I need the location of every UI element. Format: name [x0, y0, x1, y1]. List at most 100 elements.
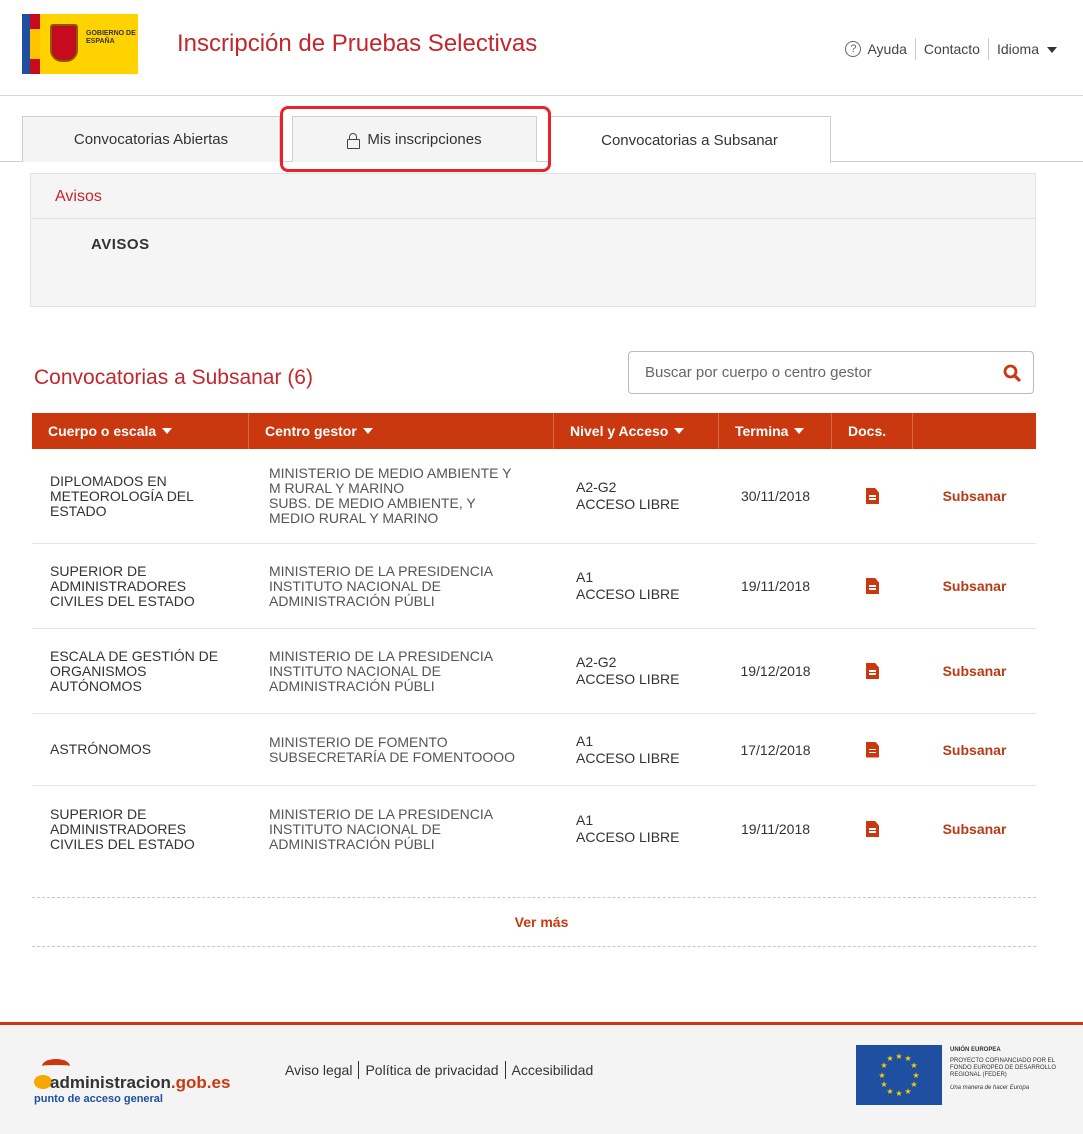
cell-termina: 19/11/2018 [740, 821, 811, 837]
contact-link[interactable]: Contacto [924, 41, 980, 57]
cell-nivel: A2-G2 ACCESO LIBRE [576, 654, 680, 687]
cell-centro: MINISTERIO DE LA PRESIDENCIA INSTITUTO NA… [269, 647, 494, 694]
eu-stars-icon: ★ ★★ ★★★ ★★★ ★★★ [878, 1052, 919, 1098]
dashed-divider [32, 946, 1036, 947]
top-links: ? Ayuda Contacto Idioma [845, 38, 1057, 60]
sort-caret-icon [794, 428, 805, 434]
cell-nivel: A1 ACCESO LIBRE [576, 732, 680, 766]
logo-name: administracion.gob.es [50, 1073, 231, 1092]
column-nivel[interactable]: Nivel y Acceso [554, 413, 719, 449]
subsanar-link[interactable]: Subsanar [913, 449, 1036, 543]
sort-caret-icon [362, 428, 373, 434]
cell-cuerpo: SUPERIOR DE ADMINISTRADORES CIVILES DEL ES… [50, 562, 195, 609]
table-header: Cuerpo o escala Centro gestor Nivel y Ac… [32, 413, 1036, 449]
cell-nivel: A1 ACCESO LIBRE [576, 569, 680, 602]
footer-links: Aviso legal Política de privacidad Acces… [285, 1061, 593, 1079]
ver-mas-link[interactable]: Ver más [0, 914, 1083, 930]
column-termina[interactable]: Termina [719, 413, 832, 449]
aviso-legal-link[interactable]: Aviso legal [285, 1062, 352, 1078]
cell-termina: 19/12/2018 [740, 663, 811, 679]
column-cuerpo[interactable]: Cuerpo o escala [32, 413, 249, 449]
caret-down-icon [1047, 47, 1057, 54]
document-icon[interactable] [866, 578, 879, 594]
highlight-annotation [280, 106, 551, 172]
cell-cuerpo: ESCALA DE GESTIÓN DE ORGANISMOS AUTÓNOMOS [50, 647, 219, 694]
cell-docs [832, 544, 913, 628]
table-row: ASTRÓNOMOS MINISTERIO DE FOMENTO SUBSECRE… [32, 714, 1036, 786]
column-action [913, 413, 1036, 449]
document-icon[interactable] [866, 488, 879, 504]
language-dropdown[interactable]: Idioma [997, 41, 1057, 57]
search-icon[interactable] [1003, 364, 1021, 382]
tab-convocatorias-a-subsanar[interactable]: Convocatorias a Subsanar [548, 116, 831, 163]
subsanar-link[interactable]: Subsanar [913, 544, 1036, 628]
table-row: DIPLOMADOS EN METEOROLOGÍA DEL ESTADO MINI… [32, 449, 1036, 544]
column-centro[interactable]: Centro gestor [249, 413, 554, 449]
tab-label: Convocatorias Abiertas [73, 131, 229, 148]
app-title: Inscripción de Pruebas Selectivas [177, 30, 538, 57]
table-row: SUPERIOR DE ADMINISTRADORES CIVILES DEL ES… [32, 544, 1036, 629]
search-input[interactable] [629, 352, 989, 393]
cell-centro: MINISTERIO DE LA PRESIDENCIA INSTITUTO NA… [269, 805, 494, 852]
help-icon[interactable]: ? [845, 41, 862, 57]
tab-label: Convocatorias a Subsanar [601, 131, 778, 149]
sort-caret-icon [162, 428, 173, 434]
divider [987, 38, 989, 60]
cell-cuerpo: SUPERIOR DE ADMINISTRADORES CIVILES DEL ES… [50, 805, 195, 852]
avisos-body: AVISOS [91, 236, 150, 253]
accesibilidad-link[interactable]: Accesibilidad [512, 1062, 594, 1078]
avisos-panel: Avisos AVISOS [30, 173, 1036, 307]
avisos-title: Avisos [55, 188, 102, 205]
cell-cuerpo: ASTRÓNOMOS [50, 741, 152, 757]
divider [31, 218, 1035, 219]
column-label: Cuerpo o escala [48, 423, 157, 439]
eu-text: UNIÓN EUROPEA PROYECTO COFINANCIADO POR … [950, 1047, 1057, 1091]
tab-convocatorias-abiertas[interactable]: Convocatorias Abiertas [22, 116, 280, 162]
privacidad-link[interactable]: Política de privacidad [365, 1062, 498, 1078]
svg-text:★: ★ [880, 1080, 887, 1089]
cell-docs [832, 714, 913, 785]
cell-centro: MINISTERIO DE FOMENTO SUBSECRETARÍA DE FO… [269, 733, 516, 765]
cell-centro: MINISTERIO DE LA PRESIDENCIA INSTITUTO NA… [269, 562, 494, 609]
logo-text: GOBIERNO DE ESPAÑA [86, 30, 136, 45]
cell-centro: MINISTERIO DE MEDIO AMBIENTE YM RURAL Y … [269, 465, 512, 526]
table-row: SUPERIOR DE ADMINISTRADORES CIVILES DEL ES… [32, 786, 1036, 872]
header: GOBIERNO DE ESPAÑA Inscripción de Prueba… [0, 0, 1083, 96]
dashed-divider [32, 897, 1036, 898]
subsanar-link[interactable]: Subsanar [913, 629, 1036, 713]
cell-cuerpo: DIPLOMADOS EN METEOROLOGÍA DEL ESTADO [50, 472, 194, 519]
document-icon[interactable] [866, 821, 879, 837]
svg-text:★: ★ [895, 1052, 902, 1061]
convocatorias-table: Cuerpo o escala Centro gestor Nivel y Ac… [32, 413, 1036, 872]
svg-text:★: ★ [904, 1087, 911, 1096]
svg-text:★: ★ [910, 1061, 917, 1070]
cell-docs [832, 629, 913, 713]
column-label: Centro gestor [265, 423, 357, 439]
cell-termina: 19/11/2018 [740, 578, 811, 594]
cell-docs [832, 449, 913, 543]
sort-caret-icon [674, 428, 685, 434]
column-docs: Docs. [832, 413, 913, 449]
document-icon[interactable] [866, 663, 879, 679]
coat-of-arms-icon [50, 24, 78, 62]
footer: administracion.gob.es punto de acceso ge… [0, 1022, 1083, 1134]
subsanar-link[interactable]: Subsanar [913, 714, 1036, 785]
gobierno-de-espana-logo[interactable]: GOBIERNO DE ESPAÑA [22, 14, 138, 74]
table-row: ESCALA DE GESTIÓN DE ORGANISMOS AUTÓNOMOS … [32, 629, 1036, 714]
document-icon[interactable] [866, 741, 879, 758]
language-label: Idioma [996, 41, 1039, 57]
logo-subtitle: punto de acceso general [34, 1093, 163, 1105]
cell-docs [832, 786, 913, 872]
eu-flag-icon: ★ ★ ★ ★ ★ ★ ★ ★ ★ ★ ★ ★ [856, 1045, 942, 1105]
subsanar-link[interactable]: Subsanar [913, 786, 1036, 872]
search-box [628, 351, 1034, 394]
cell-termina: 30/11/2018 [740, 488, 811, 504]
help-link[interactable]: Ayuda [867, 41, 906, 57]
column-label: Docs. [848, 423, 887, 439]
cell-termina: 17/12/2018 [740, 741, 811, 758]
divider [914, 38, 916, 60]
column-label: Termina [735, 423, 789, 439]
divider [358, 1061, 360, 1079]
svg-text:★: ★ [886, 1054, 893, 1063]
column-label: Nivel y Acceso [570, 423, 669, 439]
